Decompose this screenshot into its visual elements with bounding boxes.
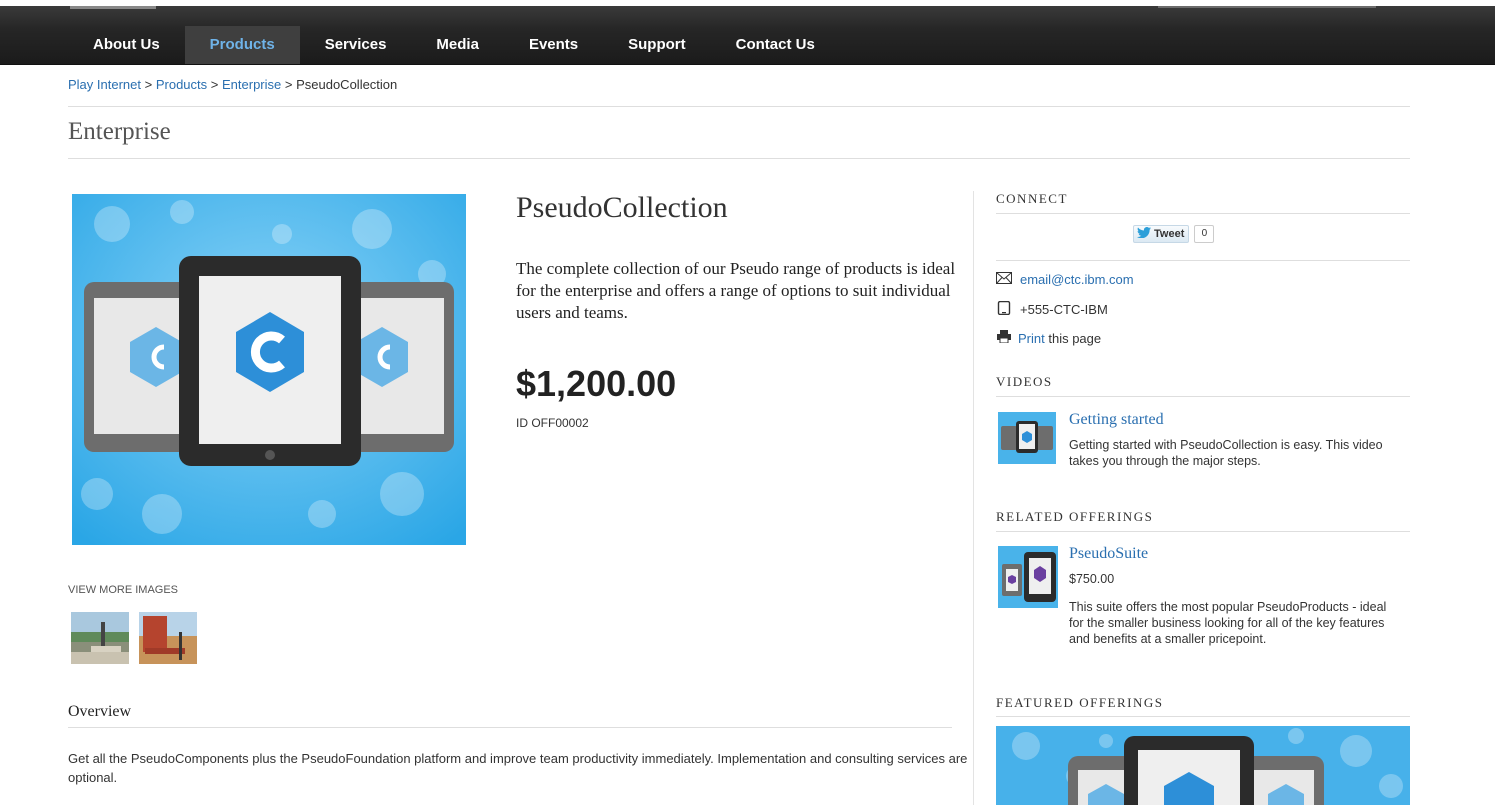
phone-number: +555-CTC-IBM	[1020, 302, 1108, 317]
print-icon	[996, 330, 1012, 346]
contact-phone-row: +555-CTC-IBM	[996, 300, 1108, 318]
divider	[996, 396, 1410, 397]
featured-offerings-heading: FEATURED OFFERINGS	[996, 695, 1164, 710]
page-title: Enterprise	[68, 118, 171, 145]
related-description: This suite offers the most popular Pseud…	[1069, 600, 1387, 646]
breadcrumb-separator: >	[284, 77, 297, 92]
email-icon	[996, 272, 1012, 287]
breadcrumb-enterprise[interactable]: Enterprise	[222, 77, 281, 92]
nav-item-media[interactable]: Media	[411, 26, 504, 64]
print-link[interactable]: Print	[1018, 331, 1045, 346]
contact-print-row: Print this page	[996, 330, 1101, 346]
tweet-widget: Tweet 0	[1133, 225, 1215, 243]
video-title-getting-started[interactable]: Getting started	[1069, 411, 1164, 429]
connect-heading: CONNECT	[996, 191, 1068, 206]
site-logo-partial[interactable]	[70, 6, 156, 9]
nav-menu: About Us Products Services Media Events …	[68, 26, 840, 64]
related-thumbnail[interactable]	[998, 546, 1058, 608]
videos-heading: VIDEOS	[996, 374, 1053, 389]
divider	[996, 260, 1410, 261]
divider	[996, 213, 1410, 214]
nav-item-about-us[interactable]: About Us	[68, 26, 185, 64]
nav-item-services[interactable]: Services	[300, 26, 412, 64]
breadcrumb-separator: >	[210, 77, 222, 92]
main-navbar: About Us Products Services Media Events …	[0, 6, 1495, 65]
nav-item-support[interactable]: Support	[603, 26, 711, 64]
phone-icon	[996, 300, 1012, 318]
product-price: $1,200.00	[516, 363, 677, 404]
video-thumbnail[interactable]	[998, 412, 1056, 464]
overview-heading: Overview	[68, 703, 132, 720]
tweet-count: 0	[1194, 225, 1215, 243]
product-id: ID OFF00002	[516, 416, 589, 430]
tweet-button[interactable]: Tweet	[1133, 225, 1190, 243]
nav-item-contact-us[interactable]: Contact Us	[711, 26, 840, 64]
tweet-label: Tweet	[1154, 228, 1185, 240]
twitter-bird-icon	[1137, 227, 1151, 241]
video-description: Getting started with PseudoCollection is…	[1069, 438, 1383, 468]
breadcrumb: Play Internet > Products > Enterprise > …	[68, 77, 397, 92]
print-suffix: this page	[1044, 330, 1102, 346]
product-image[interactable]	[72, 194, 466, 545]
divider	[68, 727, 952, 728]
nav-item-products[interactable]: Products	[184, 26, 300, 64]
image-thumbnail[interactable]	[139, 612, 197, 664]
related-offerings-heading: RELATED OFFERINGS	[996, 509, 1154, 524]
divider	[68, 106, 1410, 107]
overview-text: Get all the PseudoComponents plus the Ps…	[68, 751, 968, 785]
divider	[68, 158, 1410, 159]
contact-email-row: email@ctc.ibm.com	[996, 272, 1134, 287]
view-more-images-label: VIEW MORE IMAGES	[68, 584, 179, 596]
breadcrumb-separator: >	[144, 77, 156, 92]
product-description: The complete collection of our Pseudo ra…	[516, 259, 956, 322]
breadcrumb-current: PseudoCollection	[296, 77, 398, 92]
column-divider	[973, 191, 974, 805]
breadcrumb-play-internet[interactable]: Play Internet	[68, 77, 141, 92]
divider	[996, 531, 1410, 532]
print-text: Print this page	[1018, 331, 1101, 346]
related-title-pseudosuite[interactable]: PseudoSuite	[1069, 545, 1148, 563]
email-link[interactable]: email@ctc.ibm.com	[1020, 272, 1134, 287]
featured-offering-image[interactable]	[996, 726, 1410, 805]
header-search-partial[interactable]	[1158, 6, 1376, 8]
breadcrumb-products[interactable]: Products	[156, 77, 207, 92]
divider	[996, 716, 1410, 717]
image-thumbnail[interactable]	[71, 612, 129, 664]
related-price: $750.00	[1069, 572, 1115, 586]
product-name: PseudoCollection	[516, 191, 728, 224]
nav-item-events[interactable]: Events	[504, 26, 603, 64]
